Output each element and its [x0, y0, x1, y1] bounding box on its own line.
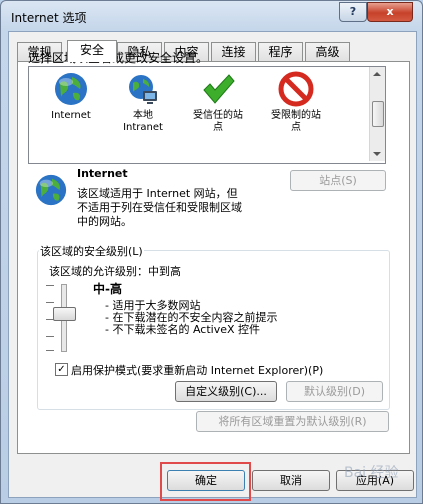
scroll-thumb[interactable]: [372, 101, 384, 127]
zone-description-line3: 中的网站。: [77, 215, 132, 228]
no-entry-icon: [278, 71, 314, 107]
zone-local-intranet[interactable]: 本地 Intranet: [111, 71, 175, 134]
zone-label-line2: 点: [291, 122, 301, 133]
zone-label-line2: 点: [213, 122, 223, 133]
zones-scrollbar[interactable]: [369, 67, 385, 161]
slider-tick: [46, 350, 54, 351]
zones-list: Internet 本地 Intranet 受信任的站 点 受限制的站 点: [28, 66, 386, 164]
protected-mode-label: 启用保护模式(要求重新启动 Internet Explorer)(P): [71, 364, 324, 377]
watermark: Bai 经验: [344, 465, 399, 481]
reset-all-zones-button[interactable]: 将所有区域重置为默认级别(R): [196, 411, 389, 432]
zone-label: 受限制的站: [271, 110, 321, 121]
selected-zone-name: Internet: [77, 167, 128, 180]
level-bullet: - 不下载未签名的 ActiveX 控件: [105, 323, 261, 336]
security-level-group-label: 该区域的安全级别(L): [39, 243, 144, 259]
tab-connections[interactable]: 连接: [211, 42, 256, 61]
scroll-up-arrow-icon[interactable]: [373, 72, 381, 76]
zones-prompt: 选择区域以查看或更改安全设置。: [28, 51, 209, 65]
cancel-button[interactable]: 取消: [252, 470, 330, 491]
allowed-levels-label: 该区域的允许级别：中到高: [49, 265, 181, 278]
help-button[interactable]: ?: [339, 2, 367, 22]
selected-zone-globe-icon: [34, 173, 68, 210]
globe-icon: [53, 71, 89, 107]
tab-security[interactable]: 安全: [67, 40, 117, 62]
scroll-down-arrow-icon[interactable]: [373, 152, 381, 156]
zone-label-line2: Intranet: [123, 122, 163, 133]
local-intranet-icon: [125, 71, 161, 107]
slider-tick: [46, 285, 54, 286]
custom-level-button[interactable]: 自定义级别(C)...: [175, 381, 277, 402]
security-level-slider-thumb[interactable]: [53, 307, 76, 321]
ok-highlight-box: [160, 462, 251, 501]
zone-trusted-sites[interactable]: 受信任的站 点: [183, 71, 253, 134]
checkmark-icon: [200, 71, 236, 107]
title-bar[interactable]: Internet 选项 ? x: [1, 1, 422, 31]
tab-programs[interactable]: 程序: [258, 42, 303, 61]
default-level-button[interactable]: 默认级别(D): [286, 381, 383, 402]
zone-label: 受信任的站: [193, 110, 243, 121]
slider-tick: [46, 302, 54, 303]
zone-label: Internet: [51, 110, 91, 121]
internet-options-window: Internet 选项 ? x 常规 安全 隐私 内容 连接 程序 高级 选择区…: [0, 0, 423, 504]
tab-advanced[interactable]: 高级: [305, 42, 350, 61]
window-title: Internet 选项: [11, 11, 87, 25]
zone-restricted-sites[interactable]: 受限制的站 点: [261, 71, 331, 134]
zone-label: 本地: [133, 110, 153, 121]
sites-button[interactable]: 站点(S): [290, 170, 386, 191]
zone-internet[interactable]: Internet: [39, 71, 103, 122]
slider-tick: [46, 336, 54, 337]
close-button[interactable]: x: [367, 2, 413, 22]
protected-mode-checkbox[interactable]: ✓: [55, 363, 68, 376]
level-name: 中-高: [93, 282, 122, 296]
